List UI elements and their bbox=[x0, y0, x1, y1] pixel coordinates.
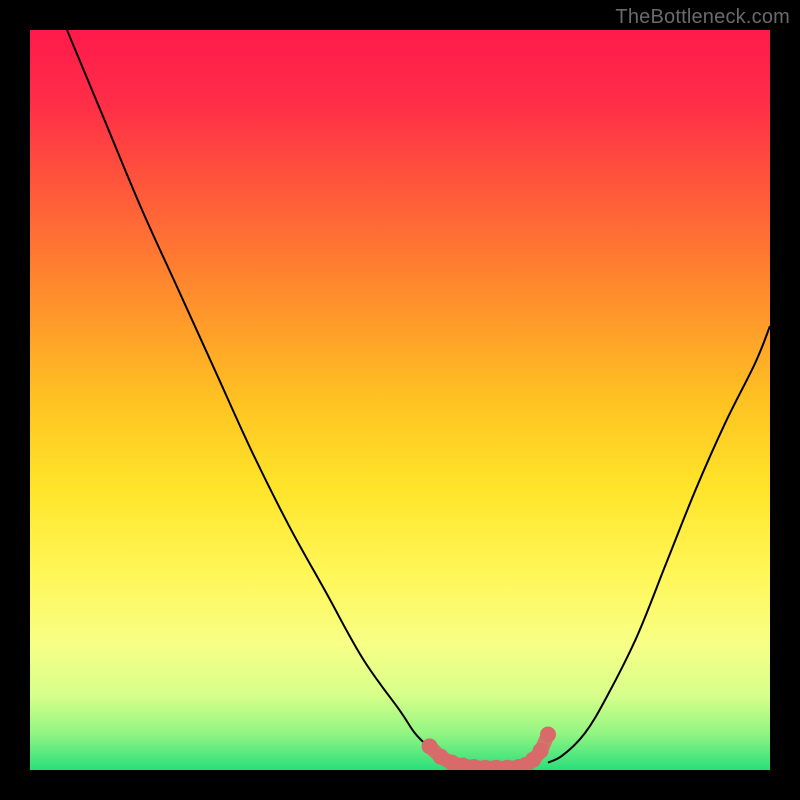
marker-dot bbox=[540, 726, 556, 742]
gradient-background bbox=[30, 30, 770, 770]
plot-area bbox=[30, 30, 770, 770]
watermark-text: TheBottleneck.com bbox=[615, 6, 790, 29]
marker-dot bbox=[533, 743, 549, 759]
chart-frame: TheBottleneck.com bbox=[0, 0, 800, 800]
chart-svg bbox=[30, 30, 770, 770]
